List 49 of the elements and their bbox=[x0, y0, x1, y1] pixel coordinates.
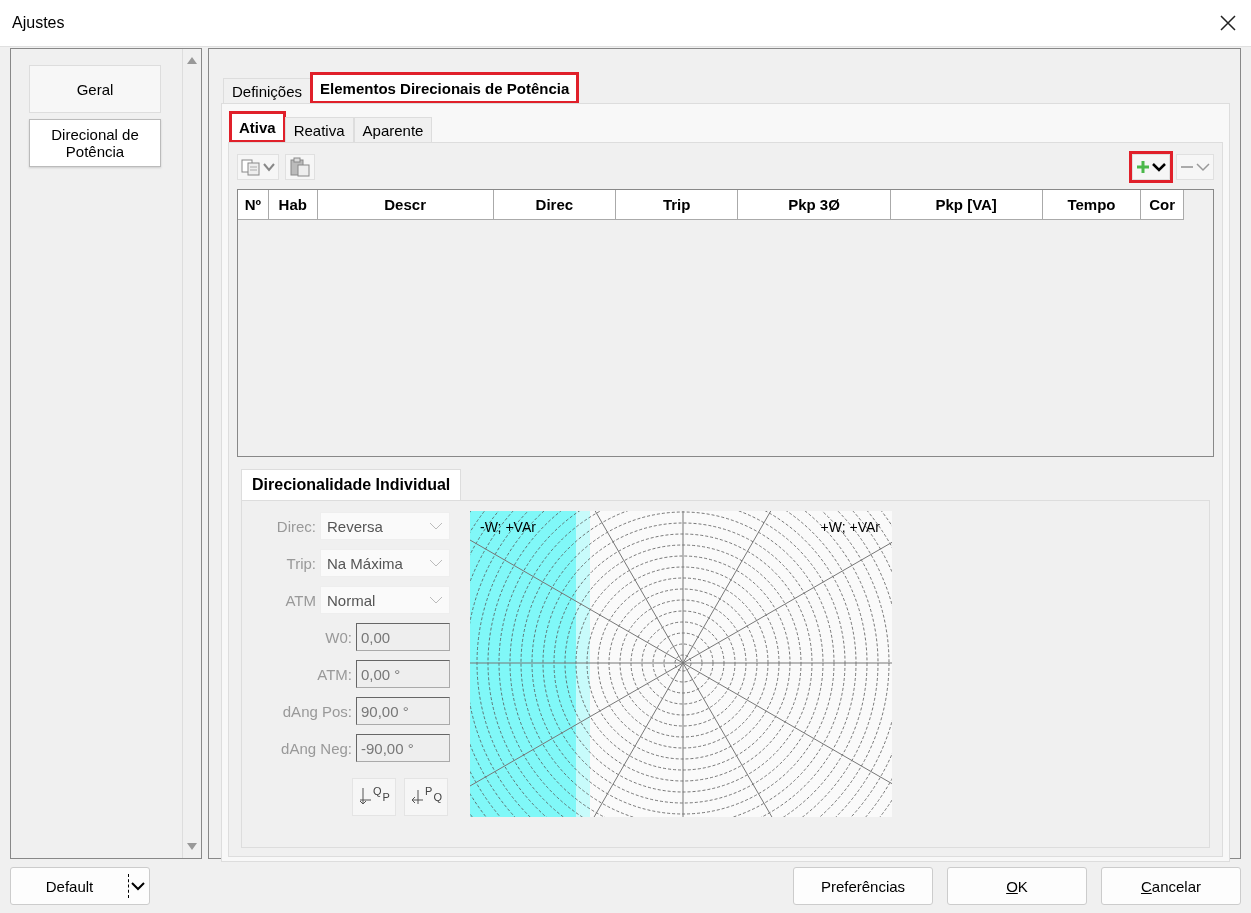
scroll-up-icon[interactable] bbox=[186, 55, 198, 65]
tab[interactable]: Aparente bbox=[353, 117, 433, 142]
column-header[interactable]: Cor bbox=[1141, 190, 1184, 220]
tab[interactable]: Elementos Direcionais de Potência bbox=[311, 73, 579, 103]
section-tab[interactable]: Direcionalidade Individual bbox=[241, 469, 462, 500]
column-header[interactable]: Pkp [VA] bbox=[890, 190, 1043, 220]
field-label: dAng Pos: bbox=[282, 702, 352, 720]
column-header[interactable]: Hab bbox=[268, 190, 318, 220]
paste-button[interactable] bbox=[285, 154, 315, 180]
caret-icon bbox=[429, 596, 443, 604]
plus-icon bbox=[1136, 160, 1150, 174]
preferences-button[interactable]: Preferências bbox=[793, 867, 933, 905]
paste-icon bbox=[289, 157, 311, 177]
window-title: Ajustes bbox=[12, 14, 65, 32]
caret-icon bbox=[1152, 162, 1166, 172]
field-label: dAng Neg: bbox=[281, 739, 352, 757]
tab[interactable]: Definições bbox=[223, 78, 312, 103]
remove-dropdown-button[interactable] bbox=[1176, 154, 1214, 180]
copy-dropdown-button[interactable] bbox=[237, 154, 279, 180]
copy-icon bbox=[241, 158, 261, 176]
field-label: ATM bbox=[285, 591, 316, 609]
field-label: W0: bbox=[325, 628, 352, 646]
tab[interactable]: Reativa bbox=[284, 117, 354, 142]
column-header[interactable]: Tempo bbox=[1042, 190, 1142, 220]
axis-swap-button[interactable]: PQ bbox=[404, 778, 448, 816]
ok-button[interactable]: OK bbox=[947, 867, 1087, 905]
cancel-button[interactable]: Cancelar bbox=[1101, 867, 1241, 905]
tab[interactable]: Ativa bbox=[230, 112, 285, 142]
caret-icon bbox=[1196, 162, 1210, 172]
column-header[interactable]: Nº bbox=[238, 190, 269, 220]
add-dropdown-button[interactable] bbox=[1132, 154, 1170, 180]
field-label: ATM: bbox=[317, 665, 352, 683]
caret-icon bbox=[429, 559, 443, 567]
quadrant-label: -W; +VAr bbox=[480, 519, 536, 535]
sidebar-item[interactable]: Direcional de Potência bbox=[29, 119, 161, 167]
scroll-down-icon[interactable] bbox=[186, 842, 198, 852]
sidebar-item[interactable]: Geral bbox=[29, 65, 161, 113]
caret-icon bbox=[429, 522, 443, 530]
profile-dropdown-button[interactable]: Default bbox=[10, 867, 150, 905]
field-label: Direc: bbox=[276, 517, 316, 535]
caret-icon bbox=[263, 162, 275, 172]
quadrant-label: +W; +VAr bbox=[820, 519, 880, 535]
axis-swap-button[interactable]: QP bbox=[352, 778, 396, 816]
column-header[interactable]: Trip bbox=[616, 190, 739, 220]
column-header[interactable]: Pkp 3Ø bbox=[738, 190, 891, 220]
field-label: Trip: bbox=[286, 554, 316, 572]
caret-icon bbox=[131, 881, 145, 891]
column-header[interactable]: Descr bbox=[317, 190, 494, 220]
column-header[interactable]: Direc bbox=[493, 190, 616, 220]
